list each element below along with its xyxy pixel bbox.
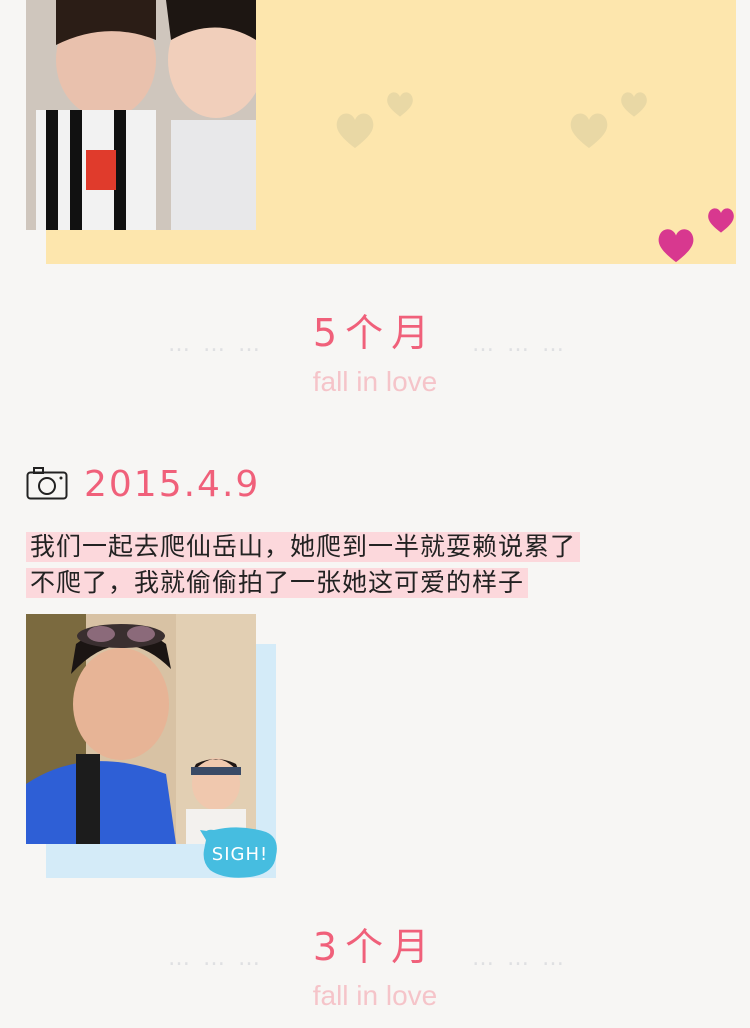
month-label: 5个月	[312, 311, 438, 355]
entry-caption: 我们一起去爬仙岳山，她爬到一半就耍赖说累了 不爬了，我就偷偷拍了一张她这可爱的样…	[26, 532, 726, 604]
month-divider: … … … 5个月 … … … fall in love	[0, 302, 750, 397]
heart-icon	[570, 113, 608, 148]
decorative-dots: … … …	[472, 946, 567, 971]
svg-text:SIGH!: SIGH!	[212, 844, 268, 865]
decorative-dots: … … …	[472, 332, 567, 357]
caption-line: 我们一起去爬仙岳山，她爬到一半就耍赖说累了	[26, 532, 581, 562]
heart-icon	[336, 113, 374, 148]
heart-icon	[708, 208, 734, 233]
sigh-sticker: SIGH!	[200, 827, 277, 878]
month-label: 3个月	[312, 925, 438, 969]
month-subtitle: fall in love	[312, 366, 438, 397]
caption-line: 不爬了，我就偷偷拍了一张她这可爱的样子	[26, 568, 529, 598]
camera-icon	[26, 467, 68, 500]
month-divider: … … … 3个月 … … … fall in love	[0, 916, 750, 1011]
month-subtitle: fall in love	[312, 980, 438, 1011]
entry-date: 2015.4.9	[84, 464, 261, 505]
heart-icon	[658, 229, 694, 263]
couple-photo[interactable]	[26, 0, 256, 230]
heart-icon	[621, 92, 647, 117]
hiking-photo[interactable]	[26, 614, 256, 844]
heart-icon	[387, 92, 413, 117]
